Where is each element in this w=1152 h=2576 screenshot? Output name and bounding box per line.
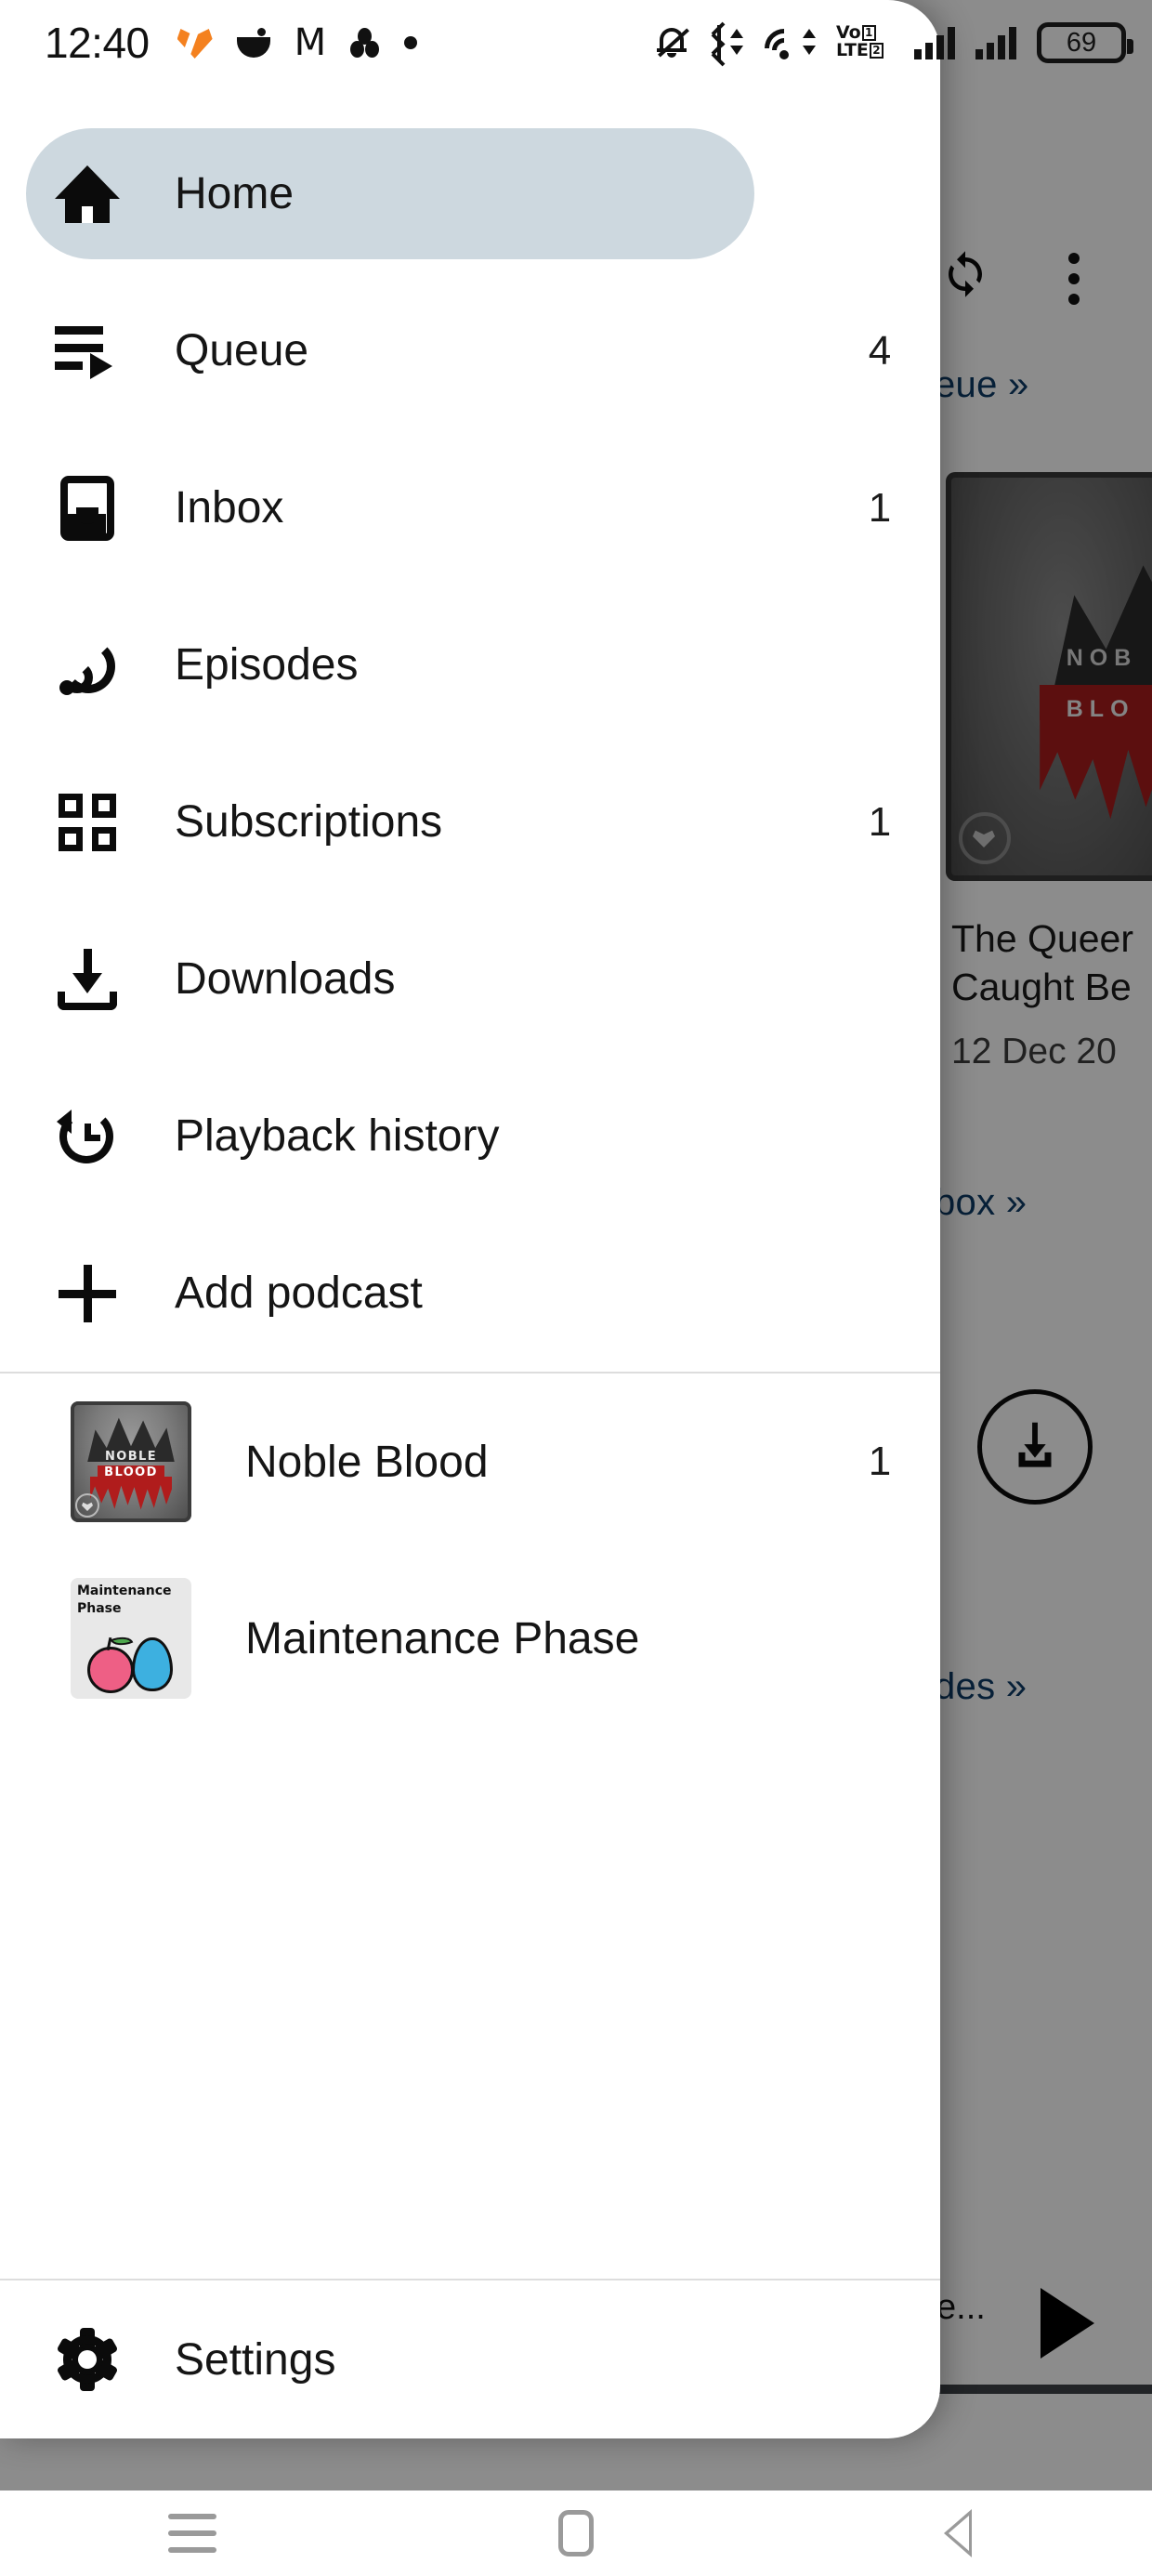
podcast-row-noble-blood[interactable]: NOBLE BLOOD Noble Blood 1: [0, 1373, 940, 1550]
three-dots-cluster-icon: [350, 28, 380, 58]
background-link-inbox[interactable]: box »: [935, 1182, 1027, 1224]
bell-muted-icon: [656, 25, 689, 60]
status-bar-clock: 12:40: [45, 19, 150, 67]
overflow-menu-icon[interactable]: [1068, 253, 1080, 305]
recents-icon: [167, 2514, 216, 2553]
background-art-text-line1: NOB: [1066, 644, 1138, 671]
podcast-row-maintenance-phase[interactable]: Maintenance Phase Maintenance Phase: [0, 1550, 940, 1727]
drawer-item-label-downloads: Downloads: [175, 954, 396, 1004]
download-icon: [26, 948, 149, 1010]
drawer-item-label-add-podcast: Add podcast: [175, 1268, 423, 1318]
drawer-item-count-subscriptions: 1: [868, 798, 892, 845]
background-player-title: e...: [936, 2288, 986, 2327]
system-navigation-bar: [0, 2491, 1152, 2576]
bluetooth-transfer-arrows-icon: [730, 27, 743, 59]
refresh-icon[interactable]: [940, 249, 990, 299]
home-icon: [26, 164, 149, 223]
play-icon[interactable]: [1041, 2288, 1094, 2359]
queue-icon: [26, 323, 149, 379]
single-dot-icon: [404, 36, 418, 49]
rss-icon: [26, 636, 149, 695]
background-link-episodes[interactable]: des »: [935, 1666, 1027, 1708]
podcast-count-noble-blood: 1: [868, 1439, 892, 1484]
sysnav-recents-button[interactable]: [0, 2491, 384, 2576]
drawer-item-episodes[interactable]: Episodes: [0, 586, 940, 743]
drawer-item-downloads[interactable]: Downloads: [0, 900, 940, 1058]
drawer-nav-list: Home Queue 4 Inbox 1 Episodes Subscripti…: [0, 115, 940, 1372]
maintenance-phase-cover: Maintenance Phase: [71, 1578, 191, 1699]
history-icon: [26, 1106, 149, 1167]
iheart-badge-icon: [959, 812, 1011, 864]
status-bar: 12:40 M Vo 1 LTE 2 69: [0, 0, 1152, 85]
drawer-item-subscriptions[interactable]: Subscriptions 1: [0, 743, 940, 900]
grid-icon: [26, 793, 149, 851]
background-episode-title[interactable]: The Queer Caught Be: [951, 914, 1152, 1012]
drawer-podcast-list: NOBLE BLOOD Noble Blood 1 Maintenance Ph…: [0, 1373, 940, 1727]
drawer-item-label-home: Home: [175, 169, 295, 218]
background-link-queue[interactable]: eue »: [935, 364, 1029, 406]
background-episode-artwork[interactable]: NOB BLO: [946, 472, 1152, 881]
drawer-item-label-subscriptions: Subscriptions: [175, 797, 443, 847]
background-art-text-line2: BLO: [1066, 696, 1135, 723]
plus-icon: [26, 1264, 149, 1322]
wifi-transfer-arrows-icon: [803, 27, 816, 59]
inbox-icon: [26, 475, 149, 541]
drawer-item-inbox[interactable]: Inbox 1: [0, 429, 940, 586]
battery-percent-label: 69: [1066, 27, 1097, 58]
drawer-item-playback-history[interactable]: Playback history: [0, 1058, 940, 1215]
background-episode-date: 12 Dec 20: [951, 1032, 1117, 1071]
drawer-item-queue[interactable]: Queue 4: [0, 272, 940, 429]
drawer-item-label-queue: Queue: [175, 326, 309, 375]
download-circle-icon[interactable]: [977, 1389, 1093, 1505]
podcast-label-maintenance-phase: Maintenance Phase: [245, 1613, 640, 1663]
volte-icon: Vo 1 LTE 2: [836, 24, 894, 61]
bluetooth-icon: [708, 21, 732, 67]
drawer-flex-spacer: [0, 1727, 940, 2279]
drawer-item-count-queue: 4: [868, 327, 892, 374]
wifi-icon: [756, 20, 812, 76]
navigation-drawer: Home Queue 4 Inbox 1 Episodes Subscripti…: [0, 0, 940, 2438]
back-triangle-icon: [944, 2509, 975, 2557]
drawer-item-label-playback-history: Playback history: [175, 1111, 500, 1161]
gear-icon: [26, 2328, 149, 2391]
noble-blood-cover: NOBLE BLOOD: [71, 1401, 191, 1522]
signal-sim2-icon: [975, 26, 1016, 59]
drawer-item-label-settings: Settings: [175, 2334, 336, 2385]
signal-sim1-icon: [914, 26, 955, 59]
status-bar-notification-icons: M: [177, 24, 418, 61]
drawer-item-label-inbox: Inbox: [175, 483, 284, 532]
podcast-label-noble-blood: Noble Blood: [245, 1437, 489, 1487]
battery-icon: 69: [1037, 22, 1133, 63]
status-bar-system-icons: Vo 1 LTE 2 69: [656, 20, 1133, 76]
heart-orange-icon: [177, 27, 213, 59]
sysnav-back-button[interactable]: [768, 2491, 1152, 2576]
drawer-item-add-podcast[interactable]: Add podcast: [0, 1215, 940, 1372]
drawer-item-home[interactable]: Home: [0, 115, 940, 272]
background-seek-bar[interactable]: [938, 2385, 1152, 2394]
drawer-item-settings[interactable]: Settings: [0, 2280, 940, 2438]
home-square-icon: [557, 2510, 594, 2556]
gmail-icon: M: [294, 21, 327, 64]
cooking-pot-icon: [236, 28, 270, 58]
sysnav-home-button[interactable]: [384, 2491, 767, 2576]
drawer-item-label-episodes: Episodes: [175, 640, 359, 690]
drawer-item-count-inbox: 1: [868, 484, 892, 531]
